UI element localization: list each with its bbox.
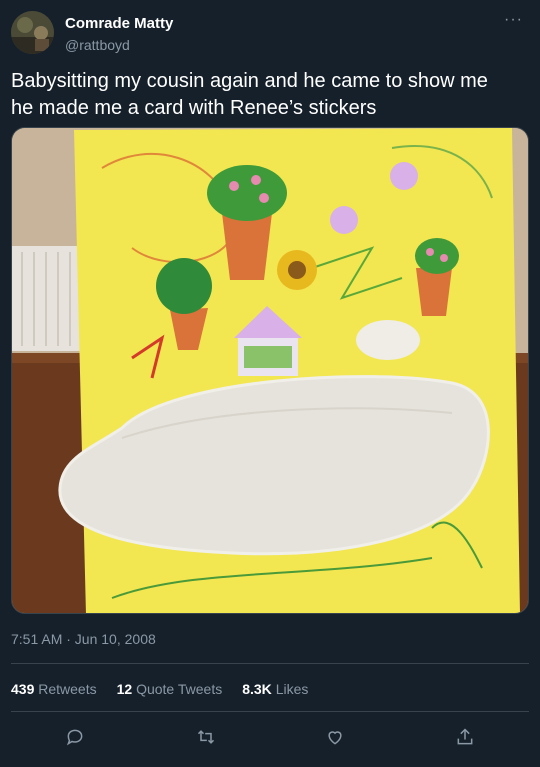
divider [11, 663, 529, 664]
retweet-icon[interactable] [188, 719, 224, 755]
tweet-text-line: he made me a card with Renee’s stickers [11, 97, 377, 119]
retweets-stat[interactable]: 439 Retweets [11, 681, 97, 697]
quotes-stat[interactable]: 12 Quote Tweets [117, 681, 223, 697]
divider [11, 711, 529, 712]
likes-label: Likes [275, 681, 309, 697]
likes-count: 8.3K [242, 681, 272, 697]
retweets-label: Retweets [38, 681, 97, 697]
tweet-photo[interactable] [11, 127, 529, 614]
tweet-actions [11, 719, 529, 755]
card-photo-illustration [12, 128, 528, 613]
more-dots-icon[interactable]: ··· [504, 11, 523, 29]
display-name[interactable]: Comrade Matty [65, 15, 173, 32]
avatar[interactable] [11, 11, 54, 54]
reply-icon[interactable] [57, 719, 93, 755]
tweet-stats: 439 Retweets 12 Quote Tweets 8.3K Likes [11, 681, 328, 697]
likes-stat[interactable]: 8.3K Likes [242, 681, 308, 697]
user-handle[interactable]: @rattboyd [65, 37, 130, 53]
quotes-count: 12 [116, 681, 133, 697]
share-icon[interactable] [447, 719, 483, 755]
quotes-label: Quote Tweets [136, 681, 223, 697]
retweets-count: 439 [11, 681, 35, 697]
tweet-text-line: Babysitting my cousin again and he came … [11, 70, 488, 92]
tweet-timestamp[interactable]: 7:51 AM · Jun 10, 2008 [11, 631, 156, 647]
avatar-photo-icon [11, 11, 54, 54]
tweet-header: Comrade Matty @rattboyd ··· [11, 11, 529, 55]
like-icon[interactable] [317, 719, 353, 755]
tweet-text: Babysitting my cousin again and he came … [11, 68, 526, 122]
